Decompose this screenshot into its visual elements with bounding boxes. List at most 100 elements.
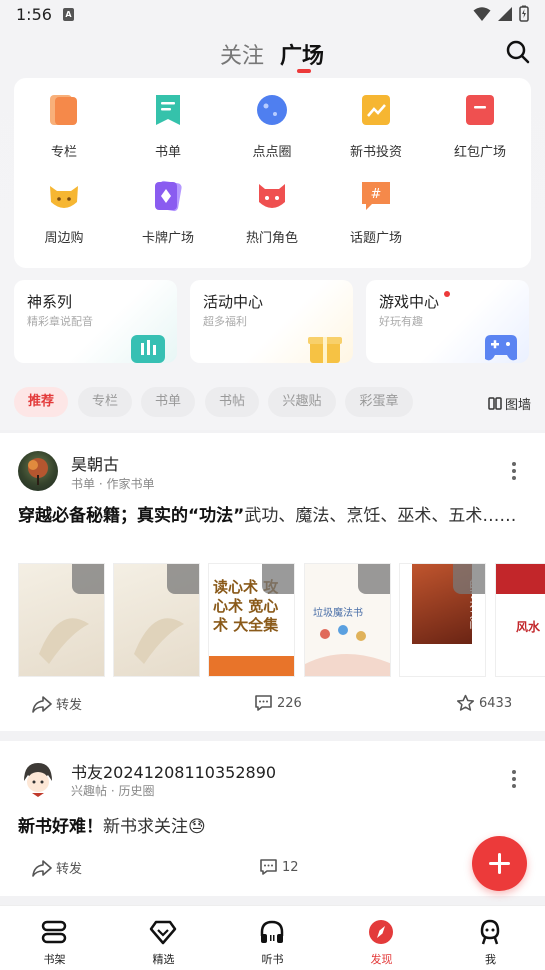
book-cover[interactable]: 读心术 攻心术 宽心术 大全集 [208,563,295,677]
chip-book-post[interactable]: 书帖 [205,387,259,417]
diamond-icon [149,920,177,945]
category-column[interactable]: 专栏 [14,78,114,160]
voice-bars-icon [131,335,165,363]
book-cover[interactable] [18,563,105,677]
plus-icon [489,853,510,874]
book-cover-row: 读心术 攻心术 宽心术 大全集 垃圾魔法书 的艺术之门 风水 [18,563,545,677]
book-cover[interactable] [113,563,200,677]
nav-label: 精选 [152,953,175,966]
comment-button[interactable]: 12 [259,858,299,876]
signal-icon [498,6,512,21]
status-bar: 1:56 A [0,0,545,30]
wifi-icon [473,6,491,21]
category-label: 点点圈 [252,145,292,160]
avatar[interactable] [18,759,58,799]
nav-profile[interactable]: 我 [436,906,545,970]
book-cover[interactable]: 垃圾魔法书 [304,563,391,677]
chip-column[interactable]: 专栏 [78,387,132,417]
share-label: 转发 [56,698,83,713]
post-author[interactable]: 书友20241208110352890 [71,759,276,783]
category-hot-characters[interactable]: 热门角色 [222,164,322,246]
nav-label: 发现 [370,953,393,966]
category-merch[interactable]: 周边购 [14,164,114,246]
feature-events[interactable]: 活动中心 超多福利 [190,280,353,363]
gallery-toggle[interactable]: 图墙 [488,394,531,413]
profile-icon [480,919,500,945]
nav-discover[interactable]: 发现 [327,906,436,970]
share-icon [32,859,52,877]
create-post-button[interactable] [472,836,527,891]
feature-shen-series[interactable]: 神系列 精彩章说配音 [14,280,177,363]
invest-icon [362,95,390,125]
nav-label: 书架 [43,953,66,966]
post-text[interactable]: 新书好难！新书求关注😓 [18,814,528,840]
share-button[interactable]: 转发 [32,694,82,713]
feature-games[interactable]: 游戏中心 好玩有趣 [366,280,529,363]
gallery-icon [488,397,502,410]
nav-featured[interactable]: 精选 [109,906,218,970]
post-title: 新书好难！ [18,817,103,837]
bookmark-icon [167,564,199,594]
post-text[interactable]: 穿越必备秘籍；真实的“功法”武功、魔法、烹饪、巫术、五术…… [18,503,528,529]
chip-interest-post[interactable]: 兴趣贴 [268,387,336,417]
book-cover[interactable]: 的艺术之门 [399,563,486,677]
chip-recommend[interactable]: 推荐 [14,387,68,417]
status-time: 1:56 [16,5,52,24]
chip-booklist[interactable]: 书单 [141,387,195,417]
nav-label: 我 [485,953,496,966]
header: 关注 广场 [0,30,545,76]
svg-text:#: # [371,187,382,202]
star-button[interactable]: 6433 [456,694,512,712]
feature-subtitle: 好玩有趣 [379,315,423,328]
chip-easter-egg[interactable]: 彩蛋章 [345,387,413,417]
avatar[interactable] [18,451,58,491]
book-cover-title: 垃圾魔法书 [313,608,363,619]
category-booklist[interactable]: 书单 [118,78,218,160]
feature-subtitle: 精彩章说配音 [27,315,93,328]
feature-title: 神系列 [27,293,73,311]
bookmark-icon [262,564,294,594]
hot-character-icon [259,184,285,208]
category-label: 书单 [154,145,181,160]
comment-count: 226 [277,695,302,711]
category-invest[interactable]: 新书投资 [326,78,426,160]
book-cover[interactable]: 风水 [495,563,545,677]
redpacket-icon [466,95,494,125]
star-icon [456,694,475,711]
star-count: 6433 [479,695,513,711]
headphones-icon [260,920,284,943]
comment-icon [255,695,272,711]
bookmark-icon [453,564,485,594]
category-label: 周边购 [44,231,84,246]
category-redpacket[interactable]: 红包广场 [430,78,530,160]
tab-square[interactable]: 广场 [280,38,324,70]
more-icon[interactable] [511,769,517,789]
more-icon[interactable] [511,461,517,481]
cat-icon [50,186,78,208]
share-button[interactable]: 转发 [32,858,82,877]
comment-button[interactable]: 226 [254,694,302,712]
comment-icon [260,859,277,875]
new-dot [444,291,450,297]
bookshelf-icon [41,920,67,944]
gamepad-icon [485,335,517,361]
tab-follow[interactable]: 关注 [220,38,264,70]
search-icon[interactable] [505,39,531,65]
booklist-icon [156,95,180,125]
category-planet[interactable]: 点点圈 [222,78,322,160]
category-label: 卡牌广场 [141,231,194,246]
nav-bookshelf[interactable]: 书架 [0,906,109,970]
category-cards[interactable]: 卡牌广场 [118,164,218,246]
post-meta: 兴趣帖 · 历史圈 [71,784,155,798]
topic-icon: # [362,182,390,210]
share-label: 转发 [56,862,83,877]
post-author[interactable]: 昊朝古 [71,451,119,475]
share-icon [32,695,52,713]
tree-avatar-image [28,458,48,485]
bottom-nav: 书架 精选 听书 发现 我 [0,905,545,970]
notification-icon: A [63,8,74,21]
card-icon [155,180,182,212]
category-topics[interactable]: # 话题广场 [326,164,426,246]
gallery-label: 图墙 [504,398,531,413]
nav-audiobooks[interactable]: 听书 [218,906,327,970]
